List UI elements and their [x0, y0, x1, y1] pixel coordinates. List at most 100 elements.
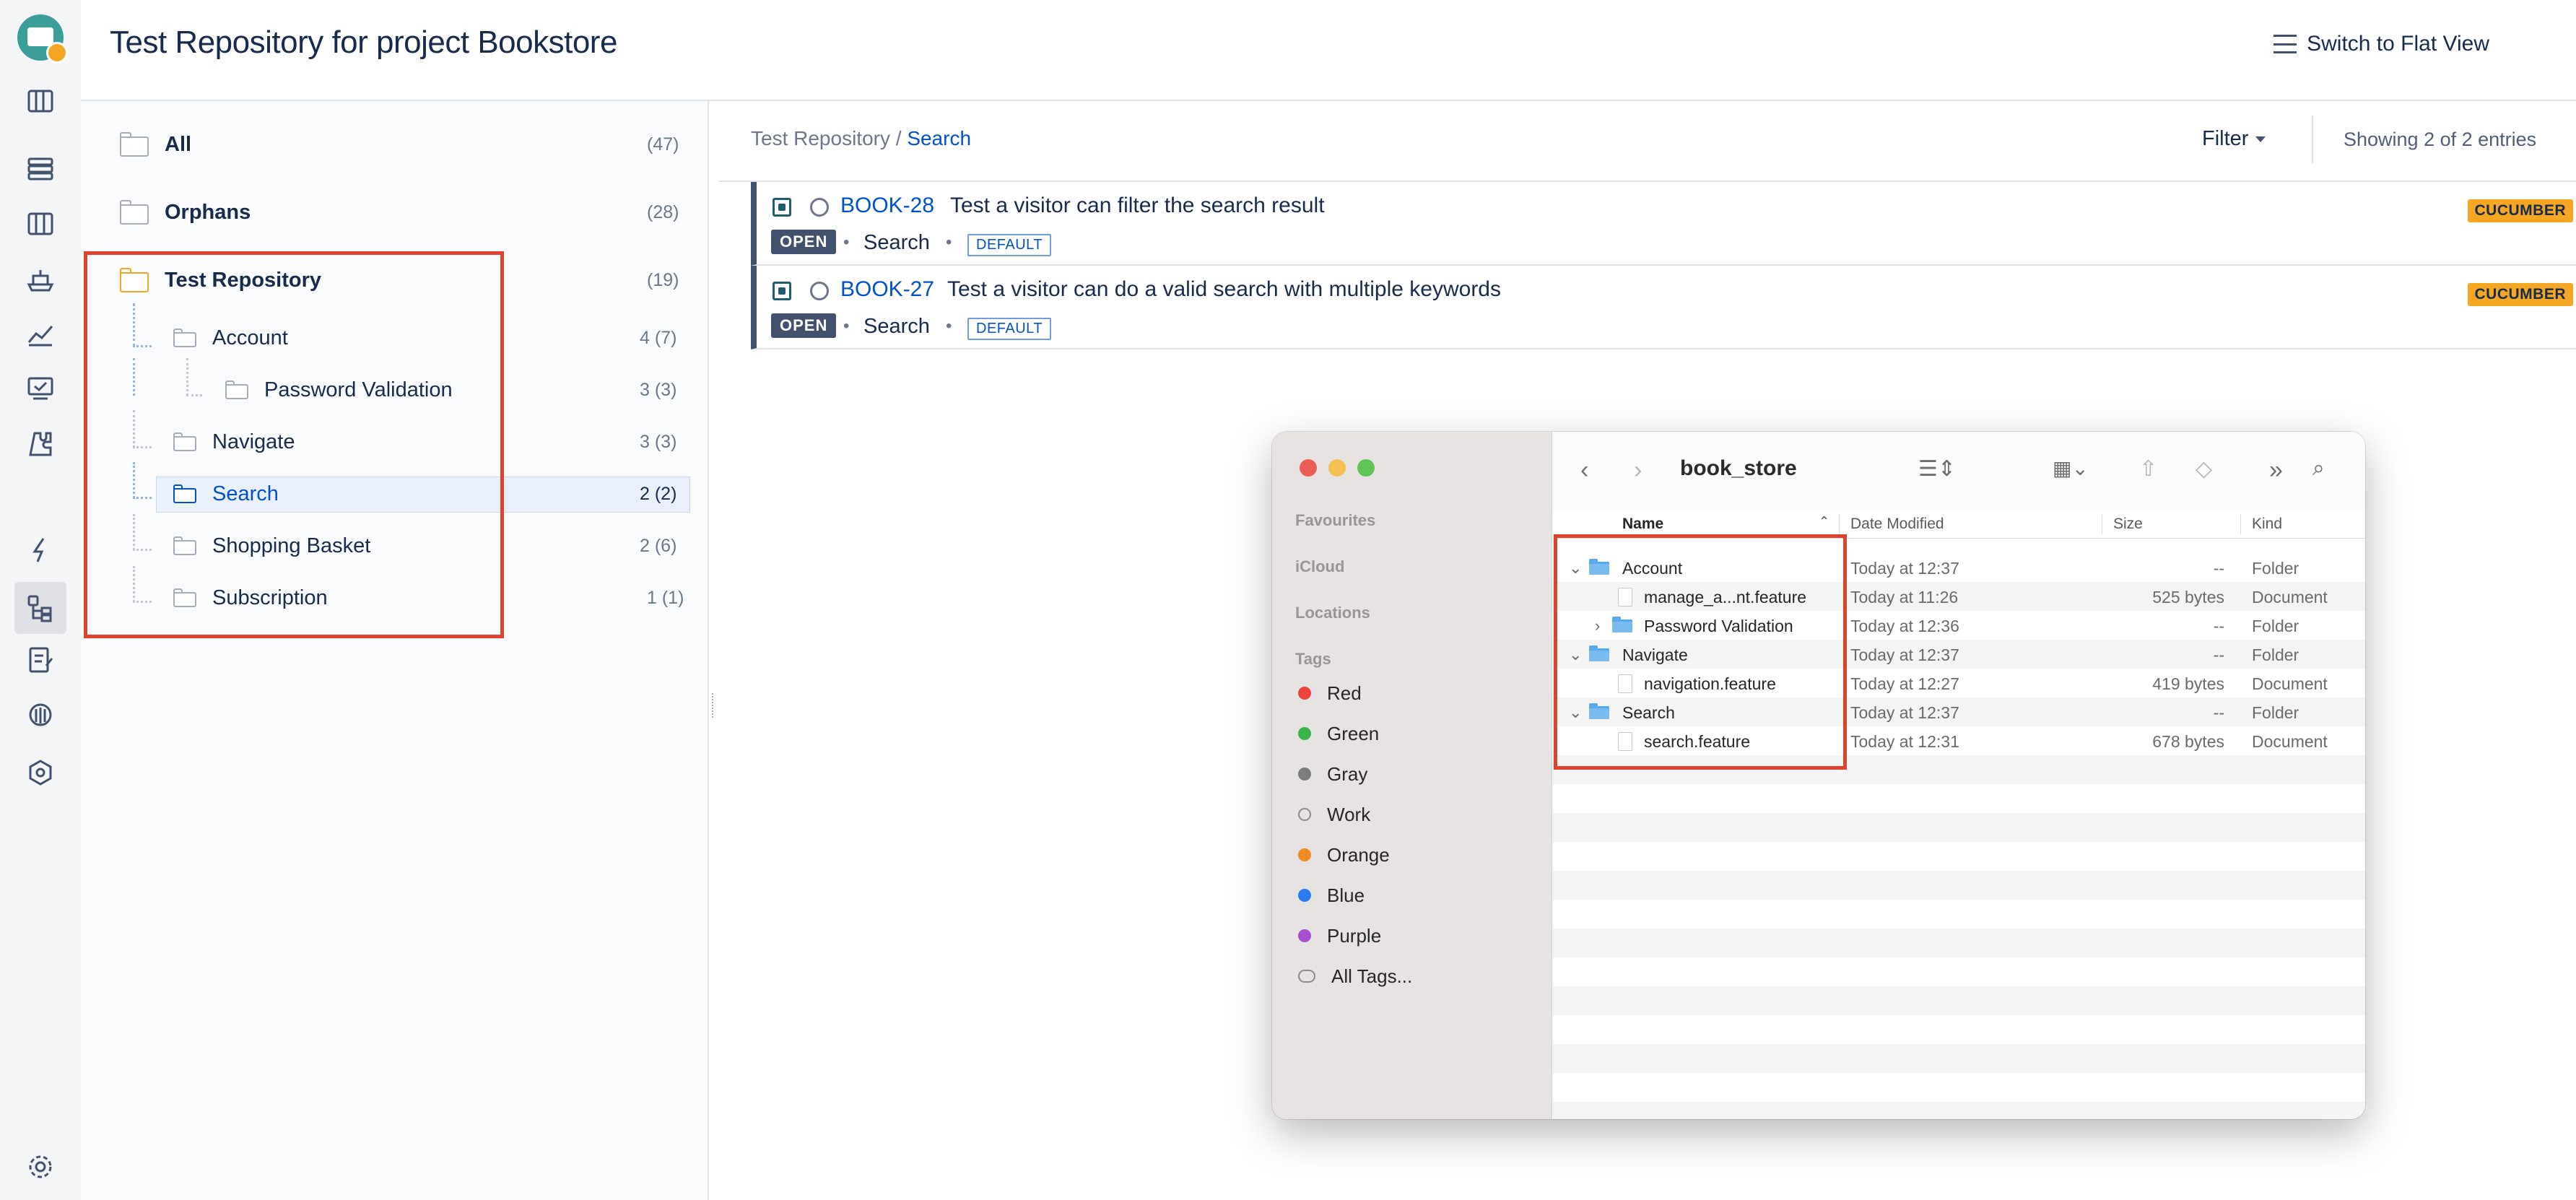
column-date[interactable]: Date Modified [1850, 516, 1944, 533]
file-date: Today at 12:27 [1850, 674, 1959, 693]
test-plans-icon[interactable] [20, 640, 61, 680]
back-chevron-icon[interactable]: ‹ [1580, 456, 1588, 484]
separator-dot: • [843, 232, 850, 252]
tag-icon[interactable]: ◇ [2196, 456, 2212, 482]
share-icon[interactable]: ⇧ [2139, 456, 2157, 482]
hamburger-icon [2273, 35, 2297, 53]
file-size: 419 bytes [2152, 674, 2224, 693]
separator-dot: • [946, 232, 952, 252]
breadcrumb-current[interactable]: Search [907, 127, 971, 149]
orange-tag-icon [1298, 848, 1311, 861]
search-icon[interactable]: ⌕ [2312, 456, 2325, 481]
test-repository-icon[interactable] [14, 582, 66, 634]
test-type-icon [773, 282, 791, 300]
app-logo-icon[interactable] [17, 14, 68, 64]
close-window-icon[interactable] [1300, 459, 1317, 477]
tree-item-all[interactable]: All [120, 124, 191, 165]
shortcuts-icon[interactable] [20, 530, 61, 570]
tree-item-label: All [165, 132, 192, 156]
switch-view-label: Switch to Flat View [2307, 32, 2489, 56]
switch-to-flat-view-button[interactable]: Switch to Flat View [2273, 32, 2489, 56]
tag-orange[interactable]: Orange [1298, 840, 1390, 869]
file-date: Today at 12:31 [1850, 732, 1959, 751]
status-circle-icon[interactable] [810, 198, 829, 217]
more-chevron-icon[interactable]: » [2269, 456, 2283, 484]
test-folder: Search [863, 231, 930, 254]
settings-gear-icon[interactable] [20, 1147, 61, 1187]
tag-label: Green [1327, 722, 1380, 744]
tree-item-count: (47) [647, 134, 679, 155]
forward-chevron-icon[interactable]: › [1634, 456, 1642, 484]
tree-item-count: (28) [647, 201, 679, 222]
filter-label: Filter [2202, 127, 2249, 150]
tag-gray[interactable]: Gray [1298, 760, 1367, 788]
tag-label: All Tags... [1331, 965, 1413, 987]
test-row[interactable]: BOOK-27 Test a visitor can do a valid se… [751, 266, 2576, 349]
sort-chevron-icon: ⌃ [1819, 514, 1830, 529]
group-icon[interactable]: ▦⌄ [2053, 456, 2089, 480]
all-tags-icon [1298, 970, 1315, 983]
sidebar-section-locations: Locations [1295, 604, 1370, 622]
purple-tag-icon [1298, 929, 1311, 942]
issue-key-link[interactable]: BOOK-27 [840, 277, 934, 302]
tag-label: Purple [1327, 924, 1382, 947]
annotation-highlight-box [84, 251, 504, 638]
test-folder: Search [863, 315, 930, 338]
column-name[interactable]: Name [1622, 516, 1663, 533]
empty-tag-icon [1298, 808, 1311, 821]
file-kind: Document [2252, 732, 2328, 751]
apps-icon[interactable] [20, 752, 61, 793]
tag-label: Gray [1327, 762, 1368, 785]
test-execution-icon[interactable] [20, 368, 61, 409]
file-kind: Document [2252, 674, 2328, 693]
config-badge: DEFAULT [967, 318, 1052, 340]
board-icon[interactable] [20, 204, 61, 244]
components-icon[interactable] [20, 423, 61, 464]
file-kind: Folder [2252, 703, 2299, 722]
tag-red[interactable]: Red [1298, 679, 1362, 708]
releases-icon[interactable] [20, 258, 61, 299]
file-size: 525 bytes [2152, 588, 2224, 606]
tag-all-tags[interactable]: All Tags... [1298, 962, 1412, 991]
issue-key-link[interactable]: BOOK-28 [840, 194, 934, 218]
separator-dot: • [843, 316, 850, 336]
finder-sidebar: Favourites iCloud Locations Tags Red Gre… [1272, 432, 1552, 1119]
documents-icon[interactable] [20, 695, 61, 735]
tag-blue[interactable]: Blue [1298, 881, 1365, 910]
tag-work[interactable]: Work [1298, 800, 1370, 829]
status-badge: OPEN [771, 230, 837, 254]
empty-row [1553, 986, 2365, 1015]
file-size: -- [2213, 617, 2224, 635]
tree-item-orphans[interactable]: Orphans [120, 192, 251, 232]
empty-row [1553, 929, 2365, 957]
blue-tag-icon [1298, 889, 1311, 902]
tag-purple[interactable]: Purple [1298, 921, 1381, 950]
file-kind: Document [2252, 588, 2328, 606]
filter-dropdown-button[interactable]: Filter [2202, 127, 2266, 151]
breadcrumb-root[interactable]: Test Repository [751, 127, 890, 149]
test-title[interactable]: Test a visitor can do a valid search wit… [947, 277, 1501, 302]
list-view-icon[interactable]: ☰⇕ [1918, 456, 1956, 482]
test-title[interactable]: Test a visitor can filter the search res… [950, 194, 1325, 218]
reports-icon[interactable] [20, 313, 61, 354]
annotation-highlight-box [1554, 534, 1847, 770]
stack-icon[interactable] [20, 149, 61, 189]
config-badge: DEFAULT [967, 234, 1052, 256]
panel-resize-handle[interactable] [712, 693, 716, 718]
minimize-window-icon[interactable] [1328, 459, 1346, 477]
test-row[interactable]: BOOK-28 Test a visitor can filter the se… [751, 182, 2576, 266]
test-type-badge: CUCUMBER [2467, 283, 2573, 306]
file-size: -- [2213, 559, 2224, 578]
backlog-icon[interactable] [20, 81, 61, 121]
window-title: book_store [1680, 456, 1797, 480]
page-header: Test Repository for project Bookstore Sw… [81, 0, 2576, 101]
gray-tag-icon [1298, 768, 1311, 781]
folder-icon [120, 132, 149, 157]
zoom-window-icon[interactable] [1357, 459, 1375, 477]
tag-green[interactable]: Green [1298, 719, 1379, 748]
caret-down-icon [2255, 136, 2266, 143]
column-kind[interactable]: Kind [2252, 516, 2282, 533]
status-circle-icon[interactable] [810, 282, 829, 300]
column-size[interactable]: Size [2113, 516, 2143, 533]
tree-item-count: 1 (1) [647, 587, 684, 608]
